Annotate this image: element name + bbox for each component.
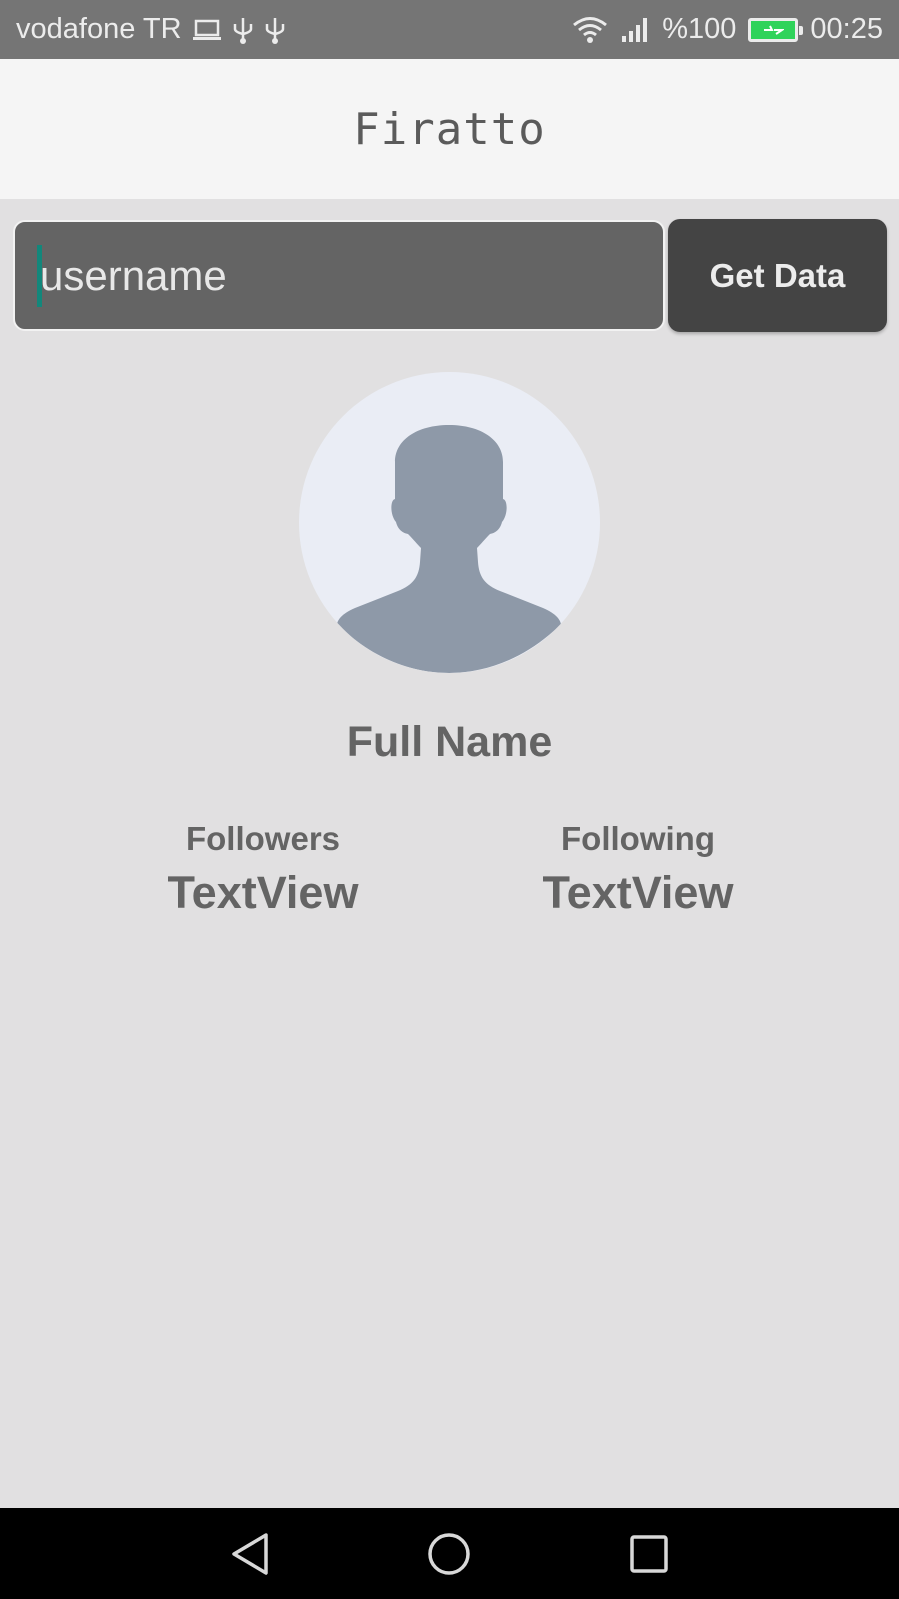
following-value: TextView <box>542 867 734 918</box>
recents-icon[interactable] <box>609 1520 689 1588</box>
status-left: vodafone TR <box>16 13 286 46</box>
app-bar: Firatto <box>0 59 899 199</box>
wifi-icon <box>572 16 608 44</box>
usb-icon <box>232 16 254 44</box>
person-silhouette-icon <box>337 425 561 673</box>
username-placeholder: username <box>40 251 227 299</box>
clock: 00:25 <box>810 13 883 45</box>
battery-charging-icon <box>748 17 804 42</box>
status-bar: vodafone TR %100 00:25 <box>0 0 899 59</box>
laptop-icon <box>192 18 222 42</box>
full-name: Full Name <box>346 718 553 766</box>
navigation-bar <box>0 1508 899 1599</box>
battery-percent: %100 <box>662 13 737 45</box>
following-label: Following <box>561 820 715 857</box>
followers-label: Followers <box>185 820 341 857</box>
carrier-name: vodafone TR <box>16 13 182 45</box>
get-data-button[interactable]: Get Data <box>668 219 887 332</box>
status-right: %100 00:25 <box>572 13 883 46</box>
signal-icon <box>620 16 650 44</box>
usb-icon <box>264 16 286 44</box>
back-icon[interactable] <box>210 1520 290 1588</box>
home-icon[interactable] <box>409 1520 489 1588</box>
username-input[interactable]: username <box>13 220 665 331</box>
app-title: Firatto <box>353 103 546 155</box>
followers-value: TextView <box>167 867 359 918</box>
avatar <box>299 372 600 673</box>
